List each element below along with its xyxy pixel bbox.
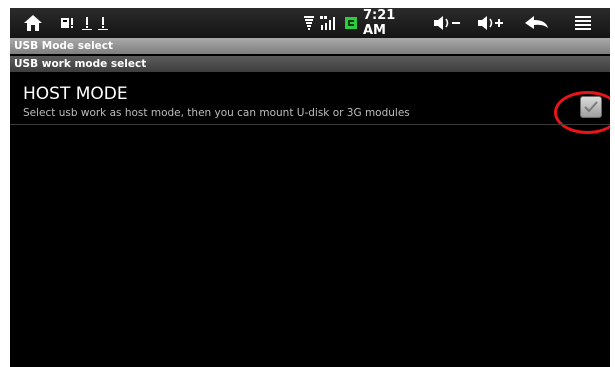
home-icon[interactable] (20, 8, 46, 38)
time-text: 7:21 AM (363, 8, 396, 38)
notification-icon[interactable] (58, 8, 76, 38)
volume-up-icon[interactable] (474, 8, 508, 38)
highlight-circle (554, 91, 610, 134)
host-mode-preference[interactable]: HOST MODE Select usb work as host mode, … (10, 76, 610, 124)
preference-summary: Select usb work as host mode, then you c… (23, 107, 410, 119)
divider (10, 124, 610, 125)
warning-icon[interactable] (96, 8, 110, 38)
status-bar: 7:21 AM (10, 8, 610, 38)
screen-title: USB Mode select (10, 38, 610, 54)
menu-icon[interactable] (570, 8, 596, 38)
clock: 7:21 AM (363, 8, 419, 38)
tablet-screen: 7:21 AM USB Mode select USB work mode se… (10, 8, 610, 367)
back-icon[interactable] (522, 8, 552, 38)
battery-icon (343, 8, 359, 38)
section-header: USB work mode select (10, 56, 610, 72)
signal-icon (318, 8, 338, 38)
volume-down-icon[interactable] (430, 8, 464, 38)
wifi-icon (302, 8, 316, 38)
warning-icon[interactable] (80, 8, 94, 38)
preference-title: HOST MODE (23, 84, 128, 104)
